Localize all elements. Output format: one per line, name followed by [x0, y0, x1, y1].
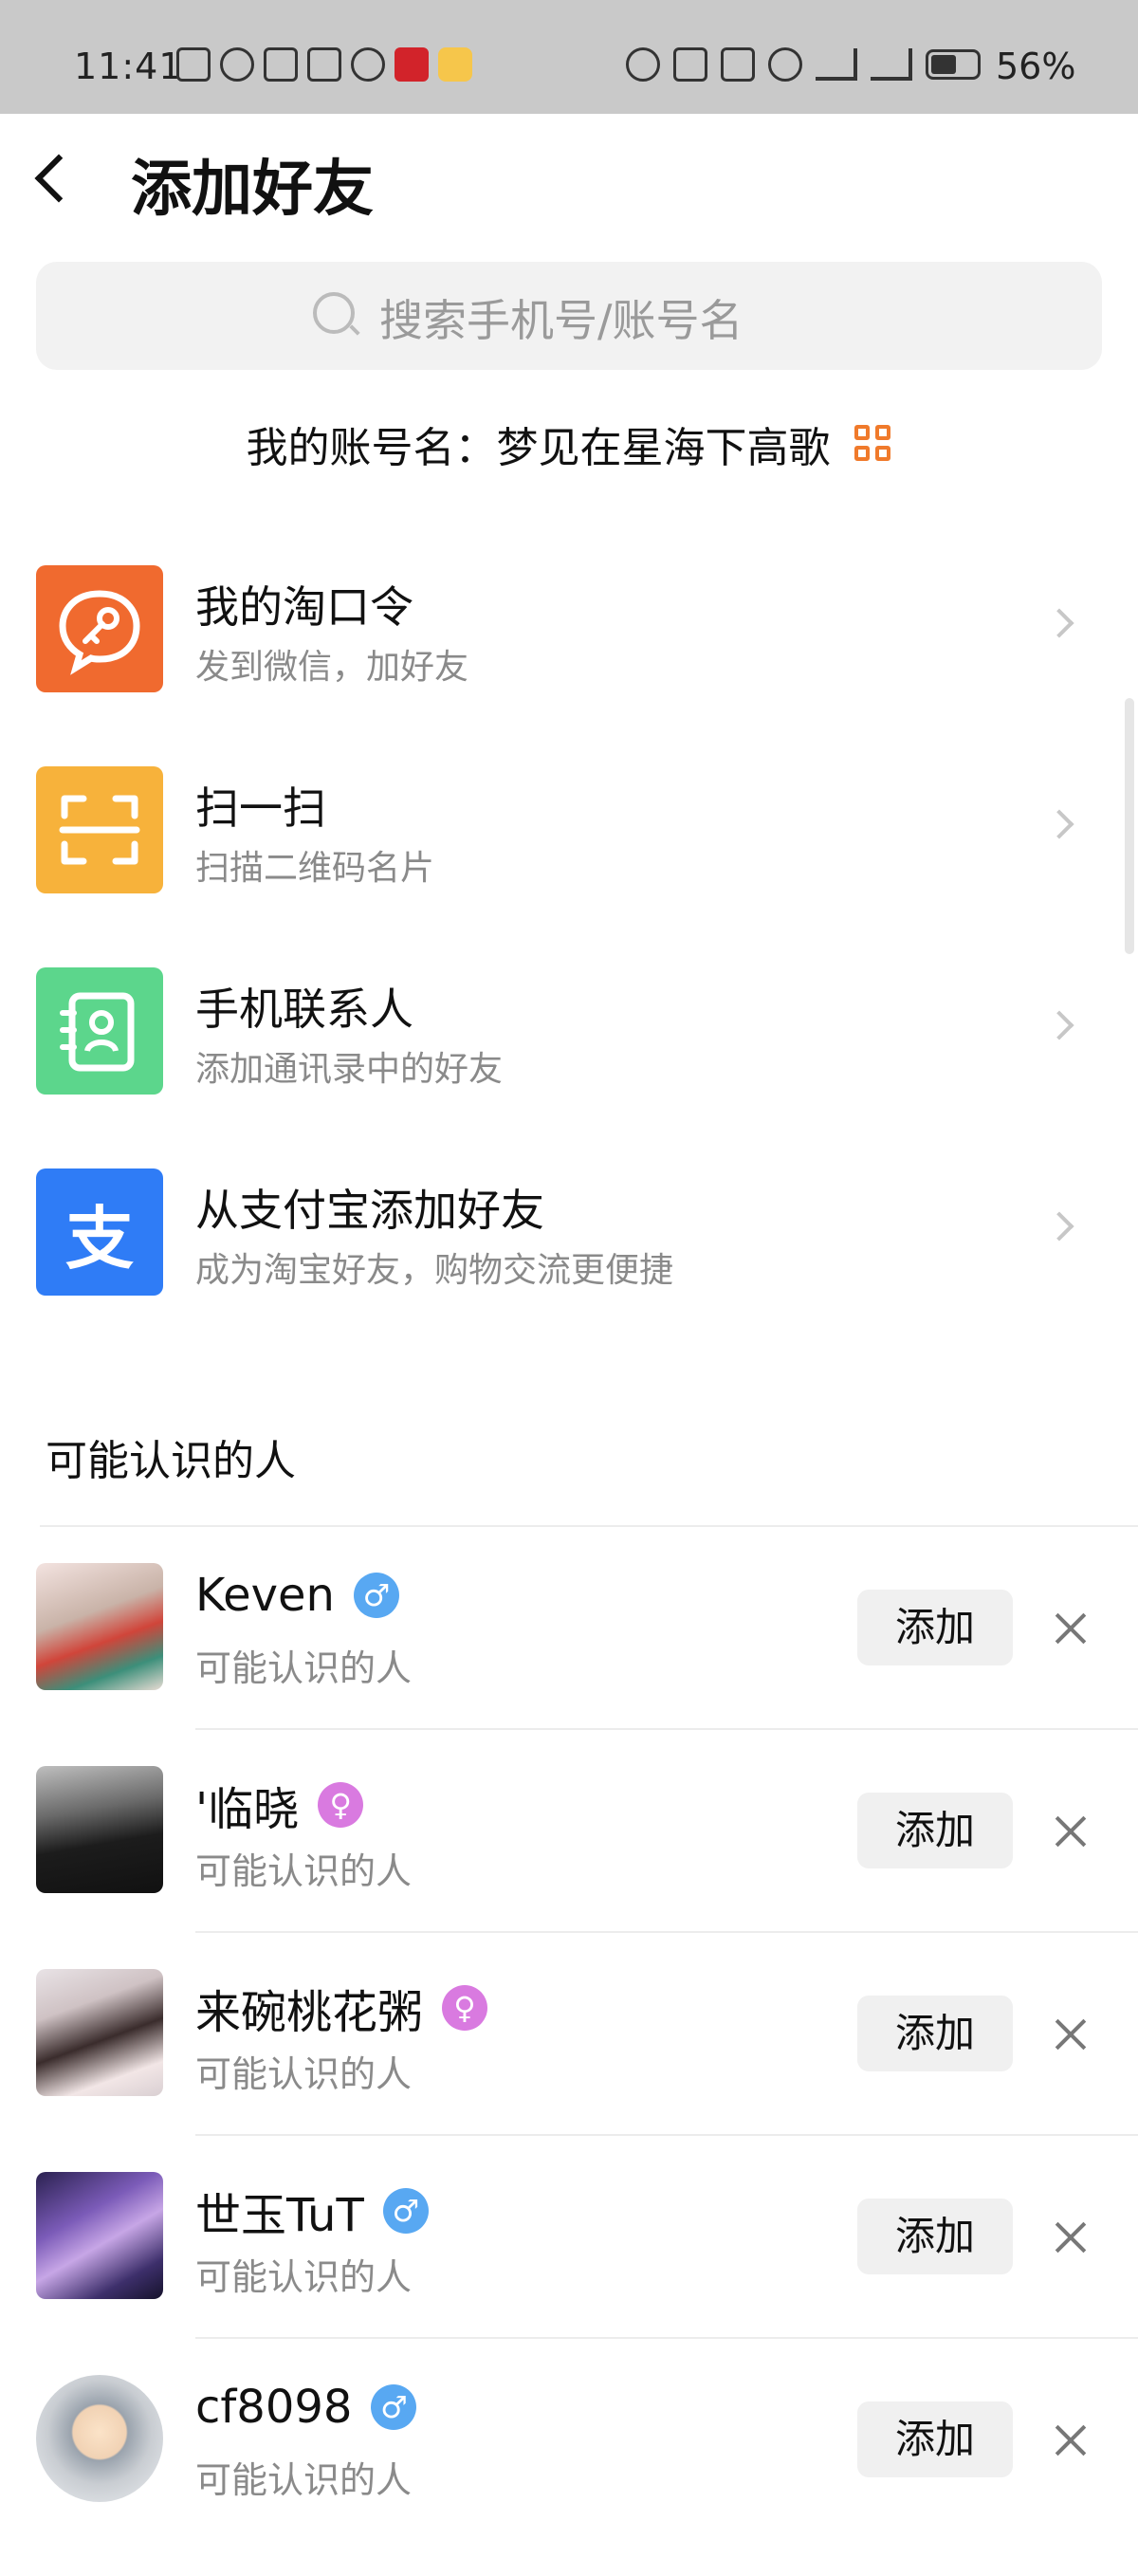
- pulse-icon: [307, 47, 341, 82]
- male-icon: ♂: [382, 2188, 429, 2234]
- add-friend-button[interactable]: 添加: [857, 2199, 1013, 2274]
- scan-icon: [36, 766, 163, 893]
- mute-icon: [721, 47, 755, 82]
- person-name-text: 来碗桃花粥: [195, 1986, 424, 2039]
- battery-percent: 56%: [996, 46, 1076, 87]
- close-icon[interactable]: [1055, 2424, 1087, 2456]
- status-bar: 11:41 56%: [0, 0, 1138, 114]
- cast-icon: [176, 47, 211, 82]
- person-name: cf8098 ♂: [195, 2381, 417, 2434]
- add-friend-button[interactable]: 添加: [857, 1793, 1013, 1868]
- wifi-icon: [768, 47, 802, 82]
- menu-item-scan[interactable]: 扫一扫 扫描二维码名片: [0, 766, 1138, 967]
- female-icon: ♀: [318, 1782, 364, 1828]
- contacts-icon: [36, 967, 163, 1095]
- search-placeholder: 搜索手机号/账号名: [379, 295, 743, 346]
- menu-title: 从支付宝添加好友: [195, 1185, 544, 1236]
- divider: [40, 1525, 1138, 1527]
- chevron-right-icon: [1044, 608, 1074, 638]
- list-item[interactable]: Keven ♂ 可能认识的人 添加: [0, 1563, 1138, 1764]
- close-icon[interactable]: [1055, 2221, 1087, 2254]
- top-bar: 添加好友: [0, 114, 1138, 247]
- person-name-text: cf8098: [195, 2381, 353, 2434]
- add-friend-button[interactable]: 添加: [857, 1590, 1013, 1665]
- menu-subtitle: 成为淘宝好友，购物交流更便捷: [195, 1251, 674, 1290]
- person-name-text: Keven: [195, 1569, 335, 1622]
- key-chat-icon: [36, 565, 163, 692]
- person-subtitle: 可能认识的人: [195, 2256, 413, 2298]
- avatar[interactable]: [36, 2172, 163, 2299]
- battery-icon: [926, 49, 981, 80]
- list-item[interactable]: 世玉TuT ♂ 可能认识的人 添加: [0, 2172, 1138, 2373]
- menu-item-contacts[interactable]: 手机联系人 添加通讯录中的好友: [0, 967, 1138, 1168]
- signal-5g-icon: [871, 48, 912, 81]
- alipay-glyph: 支: [64, 1198, 134, 1279]
- person-subtitle: 可能认识的人: [195, 2053, 413, 2095]
- person-name: '临晓 ♀: [195, 1772, 364, 1838]
- list-item[interactable]: '临晓 ♀ 可能认识的人 添加: [0, 1766, 1138, 1967]
- menu-title: 手机联系人: [195, 984, 413, 1035]
- menu-item-alipay[interactable]: 支 从支付宝添加好友 成为淘宝好友，购物交流更便捷: [0, 1168, 1138, 1370]
- nfc-icon: [264, 47, 298, 82]
- person-subtitle: 可能认识的人: [195, 1850, 413, 1892]
- menu-subtitle: 扫描二维码名片: [195, 849, 435, 888]
- search-icon: [313, 292, 355, 334]
- my-account-name: 我的账号名：梦见在星海下高歌: [246, 424, 831, 472]
- system-icons: [626, 47, 981, 82]
- menu-subtitle: 添加通讯录中的好友: [195, 1050, 504, 1089]
- page-title: 添加好友: [131, 155, 374, 225]
- avatar[interactable]: [36, 1969, 163, 2096]
- section-title: 可能认识的人: [46, 1437, 296, 1485]
- chevron-right-icon: [1044, 1010, 1074, 1040]
- close-icon[interactable]: [1055, 1815, 1087, 1848]
- bluetooth-icon: [673, 47, 707, 82]
- person-name-text: '临晓: [195, 1783, 300, 1836]
- chevron-right-icon: [1044, 1211, 1074, 1242]
- search-input[interactable]: 搜索手机号/账号名: [36, 262, 1102, 370]
- avatar[interactable]: [36, 1563, 163, 1690]
- notification-icons: [176, 47, 472, 82]
- close-icon[interactable]: [1055, 2018, 1087, 2051]
- back-arrow-icon[interactable]: [34, 154, 83, 203]
- menu-title: 扫一扫: [195, 782, 326, 834]
- add-friend-button[interactable]: 添加: [857, 1996, 1013, 2071]
- chat-bubble-icon: [351, 47, 385, 82]
- person-name-text: 世玉TuT: [195, 2189, 364, 2242]
- scrollbar[interactable]: [1125, 698, 1134, 954]
- person-name: 来碗桃花粥 ♀: [195, 1975, 488, 2041]
- person-name: 世玉TuT ♂: [195, 2178, 429, 2244]
- divider: [195, 2134, 1138, 2136]
- person-subtitle: 可能认识的人: [195, 1647, 413, 1689]
- list-item[interactable]: cf8098 ♂ 可能认识的人 添加: [0, 2375, 1138, 2576]
- person-subtitle: 可能认识的人: [195, 2459, 413, 2501]
- avatar[interactable]: [36, 1766, 163, 1893]
- weibo-icon: [438, 47, 472, 82]
- list-item[interactable]: 来碗桃花粥 ♀ 可能认识的人 添加: [0, 1969, 1138, 2170]
- menu-title: 我的淘口令: [195, 581, 413, 633]
- menu-item-tao-password[interactable]: 我的淘口令 发到微信，加好友: [0, 565, 1138, 766]
- person-name: Keven ♂: [195, 1569, 399, 1622]
- divider: [195, 2337, 1138, 2339]
- signal-5g-icon: [816, 48, 857, 81]
- divider: [195, 1728, 1138, 1730]
- my-account-row: 我的账号名：梦见在星海下高歌: [0, 414, 1138, 489]
- eye-icon: [220, 47, 254, 82]
- female-icon: ♀: [442, 1985, 488, 2031]
- close-icon[interactable]: [1055, 1612, 1087, 1645]
- qr-code-icon[interactable]: [854, 425, 892, 463]
- male-icon: ♂: [371, 2384, 417, 2430]
- avatar[interactable]: [36, 2375, 163, 2502]
- divider: [195, 1931, 1138, 1933]
- alipay-icon: 支: [36, 1168, 163, 1296]
- alarm-icon: [626, 47, 660, 82]
- add-friend-button[interactable]: 添加: [857, 2401, 1013, 2477]
- bank-app-icon: [395, 47, 429, 82]
- status-time: 11:41: [74, 46, 183, 87]
- chevron-right-icon: [1044, 809, 1074, 839]
- male-icon: ♂: [353, 1573, 399, 1618]
- menu-subtitle: 发到微信，加好友: [195, 648, 469, 687]
